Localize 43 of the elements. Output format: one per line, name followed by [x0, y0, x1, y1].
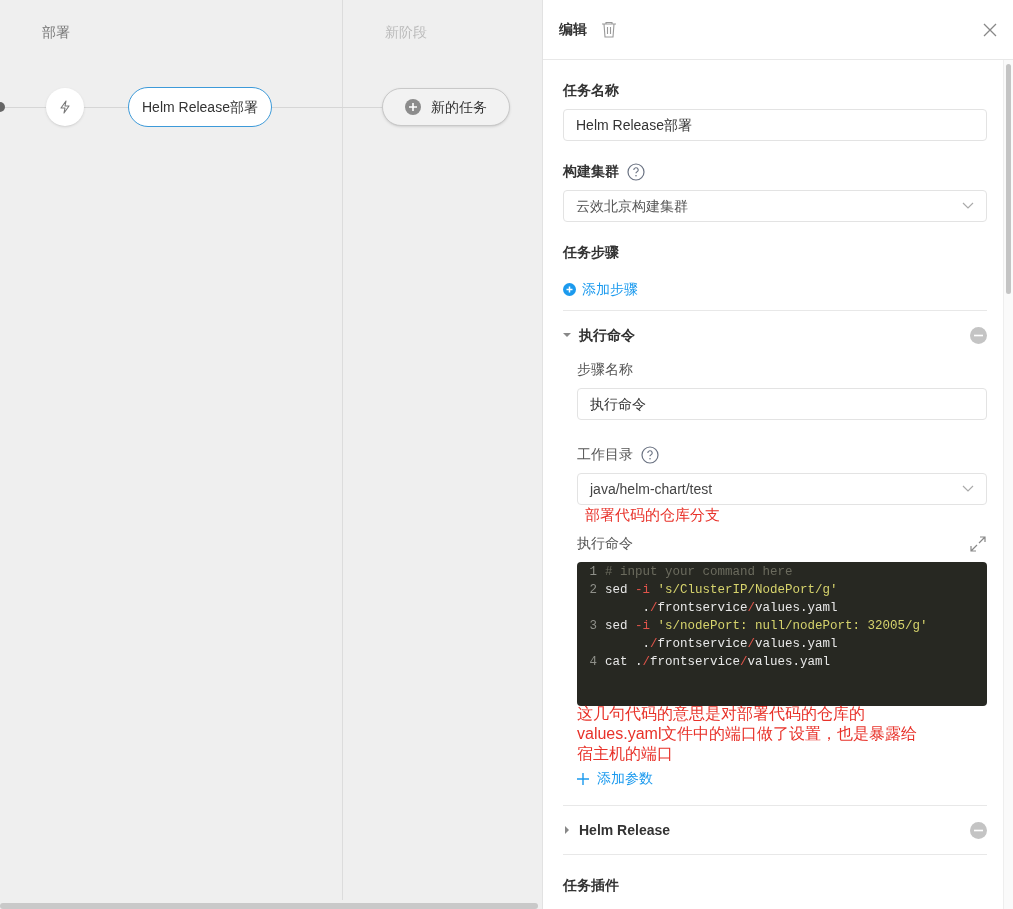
select-field[interactable]: 云效北京构建集群: [563, 190, 987, 222]
step-title: Helm Release: [579, 820, 671, 840]
expand-icon[interactable]: [969, 534, 987, 553]
help-icon: [641, 445, 659, 464]
plus-circle-icon: [404, 99, 421, 115]
task-node[interactable]: Helm Release部署: [128, 87, 272, 127]
input-field[interactable]: Helm Release部署: [563, 109, 987, 141]
trash-icon[interactable]: [601, 21, 617, 38]
field-label: 步骤名称: [577, 360, 633, 379]
field-label: 执行命令: [577, 534, 633, 553]
stage-title[interactable]: 部署: [42, 24, 70, 40]
step-title: 执行命令: [579, 325, 635, 345]
plus-icon: [577, 772, 589, 785]
input-field[interactable]: 执行命令: [577, 388, 987, 420]
panel-title: 编辑: [559, 20, 587, 39]
new-task-button[interactable]: 新的任务: [381, 88, 510, 126]
remove-icon[interactable]: [970, 821, 987, 839]
section-heading: 任务步骤: [563, 243, 619, 262]
plus-circle-icon: [563, 283, 576, 296]
code-line: # input your command here: [605, 564, 794, 581]
annotation-text: 这几句代码的意思是对部署代码的仓库的values.yaml文件中的端口做了设置，也是暴露给宿主机的端口: [577, 704, 919, 764]
caret-down-icon[interactable]: [563, 331, 571, 339]
select-field[interactable]: java/helm-chart/test: [577, 473, 987, 505]
section-heading: 任务插件: [563, 877, 619, 893]
caret-right-icon[interactable]: [563, 826, 571, 834]
line-number: 4: [588, 654, 598, 671]
close-icon[interactable]: [983, 22, 997, 37]
field-label: 任务名称: [563, 81, 619, 100]
line-number: 3: [588, 618, 598, 635]
code-line: cat ./frontservice/values.yaml: [605, 654, 832, 671]
annotation-text: 部署代码的仓库分支: [585, 505, 720, 525]
scrollbar-thumb[interactable]: [1006, 64, 1011, 294]
line-number: 2: [588, 582, 598, 599]
code-editor[interactable]: 1 2 3 4 # input your command here sed -i 's/ClusterIP/NodePort/g' ./frontservice/values.yaml sed -i 's/nodePort: null/nodePort: 32005/g' ./frontservice/values.yaml cat ./frontservice/values.yaml: [577, 562, 987, 706]
lightning-icon: [59, 100, 71, 114]
chevron-down-icon: [962, 485, 974, 493]
field-label: 构建集群: [563, 162, 619, 181]
trigger-node[interactable]: [46, 88, 84, 126]
help-icon: [627, 162, 645, 181]
line-number: 1: [588, 564, 598, 581]
chevron-down-icon: [962, 202, 974, 210]
remove-icon[interactable]: [970, 326, 987, 344]
field-label: 工作目录: [577, 445, 633, 464]
